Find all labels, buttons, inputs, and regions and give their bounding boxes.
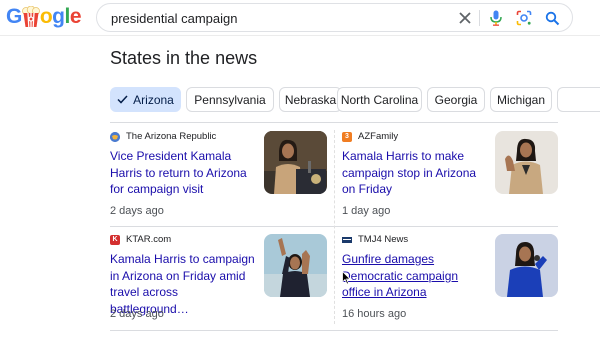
lens-icon[interactable] [516,10,532,26]
search-box[interactable] [96,3,573,32]
source-name: AZFamily [358,131,399,142]
divider-bottom [110,330,558,331]
headline-link[interactable]: Kamala Harris to make campaign stop in A… [342,148,487,198]
top-bar: G o g l e [0,0,600,36]
checkmark-icon [117,93,128,107]
chip-arizona[interactable]: Arizona [110,87,181,112]
logo-letter-o: o [39,5,53,28]
mouse-cursor-icon [342,270,351,285]
source: TMJ4 News [342,234,408,245]
mic-icon[interactable] [488,10,504,26]
source: K KTAR.com [110,234,171,245]
chip-nebraska[interactable]: Nebraska [279,87,342,112]
divider-vertical [334,130,335,324]
chip-georgia[interactable]: Georgia [427,87,485,112]
chip-label: Nebraska [284,92,337,107]
source-name: KTAR.com [126,234,172,245]
source-name: The Arizona Republic [126,131,217,142]
chip-michigan[interactable]: Michigan [490,87,552,112]
thumbnail-image [495,234,558,297]
ktar-favicon-icon: K [110,234,120,245]
globe-favicon-icon [110,131,120,142]
search-input[interactable] [111,9,441,27]
close-icon[interactable] [457,10,473,26]
chip-more[interactable] [557,87,600,112]
divider-top [110,122,558,123]
chip-label: North Carolina [340,92,419,107]
chip-label: Georgia [434,92,478,107]
search-divider [479,10,480,26]
headline-link[interactable]: Vice President Kamala Harris to return t… [110,148,250,198]
timestamp: 1 day ago [342,205,391,217]
thumbnail-image [495,131,558,194]
source: The Arizona Republic [110,131,216,142]
chip-pennsylvania[interactable]: Pennsylvania [186,87,274,112]
chip-label: Pennsylvania [194,92,266,107]
chip-north-carolina[interactable]: North Carolina [337,87,422,112]
logo-letter-e: e [69,5,82,28]
thumbnail-image [264,234,327,297]
thumbnail-image [264,131,327,194]
logo-letter-g2: g [52,5,65,28]
logo-letter-g: G [6,5,22,28]
chip-label: Arizona [133,92,174,107]
tmj4-favicon-icon [342,234,352,245]
timestamp: 2 days ago [110,205,164,217]
azfamily-favicon-icon: 3 [342,131,352,142]
search-icon[interactable] [544,10,560,26]
source: 3 AZFamily [342,131,398,142]
chip-label: Michigan [496,92,546,107]
state-filter-chips: Arizona Pennsylvania Nebraska North Caro… [110,87,600,112]
headline-link[interactable]: Gunfire damages Democratic campaign offi… [342,251,487,301]
popcorn-icon [21,5,41,28]
section-title: States in the news [110,48,258,68]
timestamp: 2 days ago [110,308,164,320]
timestamp: 16 hours ago [342,308,407,320]
source-name: TMJ4 News [358,234,409,245]
google-doodle-logo[interactable]: G o g l e [6,5,82,29]
